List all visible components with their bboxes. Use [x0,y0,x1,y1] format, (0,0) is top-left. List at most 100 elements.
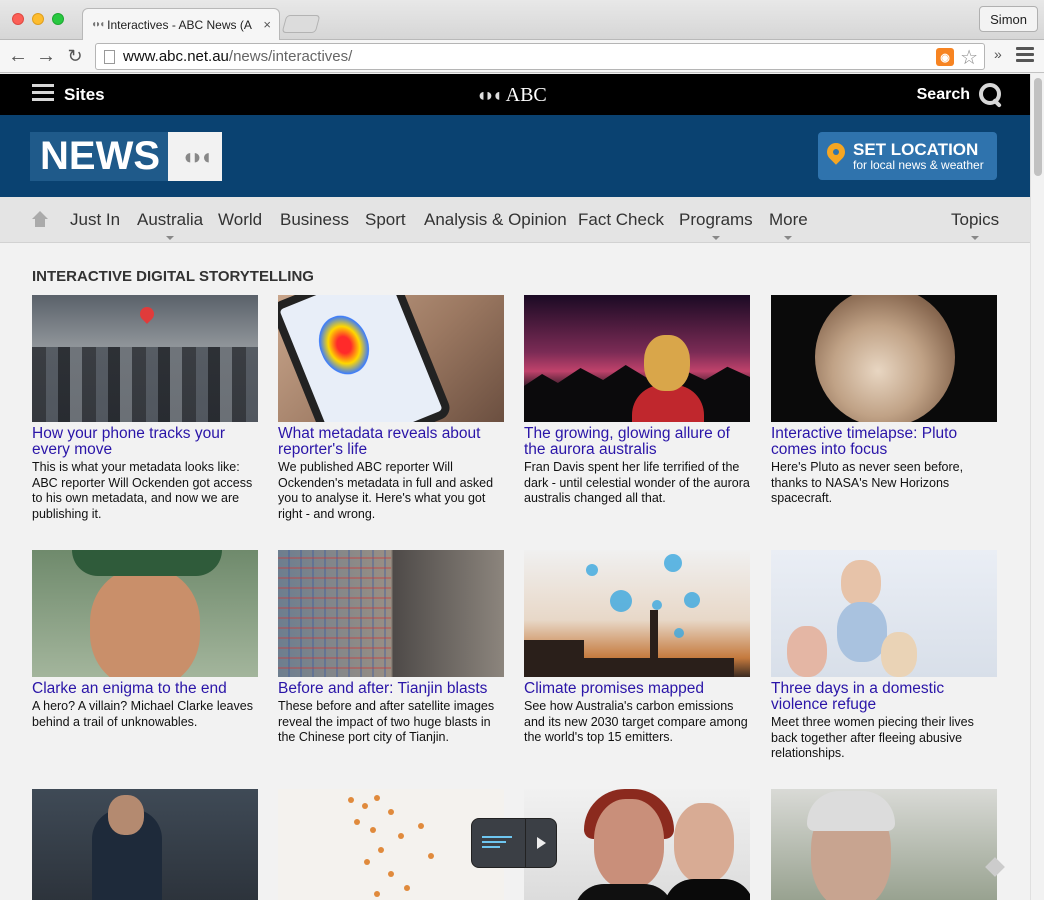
story-thumbnail[interactable] [524,789,750,900]
story-description: Fran Davis spent her life terrified of t… [524,460,750,505]
story-title-link[interactable]: What metadata reveals about reporter's l… [278,426,504,458]
set-location-sublabel: for local news & weather [853,158,984,172]
story-card[interactable]: Three days in a domestic violence refuge… [771,550,997,762]
chevron-down-icon [166,236,175,240]
story-description: A hero? A villain? Michael Clarke leaves… [32,699,253,729]
scrollbar-thumb[interactable] [1034,78,1042,176]
sites-menu-button[interactable]: Sites [32,84,105,105]
chevron-down-icon [784,236,793,240]
window-titlebar: ◖◗◖ Interactives - ABC News (A × Simon [0,0,1044,40]
address-bar[interactable]: www.abc.net.au/news/interactives/ ◉ ☆ [95,43,985,70]
nav-item-more[interactable]: More [769,210,808,240]
main-nav: Just In Australia World Business Sport A… [0,197,1030,243]
rss-icon[interactable]: ◉ [936,48,954,66]
page-icon [104,49,115,64]
story-title-link[interactable]: Climate promises mapped [524,681,750,697]
story-card[interactable]: Clarke an enigma to the end A hero? A vi… [32,550,258,730]
story-thumbnail[interactable] [32,550,258,677]
page-scrollbar[interactable] [1030,74,1044,900]
search-button[interactable]: Search [917,82,1004,108]
forward-arrow-icon[interactable]: → [34,44,58,68]
abc-favicon-icon: ◖◗◖ [91,19,105,30]
abc-logo-text: ABC [505,84,547,106]
story-title-link[interactable]: Interactive timelapse: Pluto comes into … [771,426,997,458]
play-button[interactable] [526,819,556,867]
story-title-link[interactable]: The growing, glowing allure of the auror… [524,426,750,458]
story-thumbnail[interactable] [524,550,750,677]
abc-logo[interactable]: ◖◗◖ ABC [476,84,547,107]
bookmark-star-icon[interactable]: ☆ [960,45,978,70]
story-card[interactable] [524,789,750,900]
nav-item-analysis-opinion[interactable]: Analysis & Opinion [424,210,567,230]
story-thumbnail[interactable] [771,789,997,900]
page-content: Sites ◖◗◖ ABC Search NEWS ◖◗◖ SET LOCATI… [0,74,1030,900]
story-thumbnail[interactable] [278,295,504,422]
widget-logo-icon [472,819,526,867]
story-card[interactable]: The growing, glowing allure of the auror… [524,295,750,507]
location-pin-icon [826,143,846,169]
nav-item-australia[interactable]: Australia [137,210,203,240]
browser-toolbar: ← → ↻ www.abc.net.au/news/interactives/ … [0,40,1044,73]
home-icon[interactable] [32,211,48,227]
story-card[interactable] [771,789,997,900]
story-description: Here's Pluto as never seen before, thank… [771,460,964,505]
nav-item-programs[interactable]: Programs [679,210,753,240]
news-logo-text: NEWS [30,132,168,181]
profile-button[interactable]: Simon [979,6,1038,32]
set-location-label: SET LOCATION [853,140,979,159]
minimize-window-button[interactable] [32,13,44,25]
story-card[interactable]: Interactive timelapse: Pluto comes into … [771,295,997,507]
sites-label: Sites [64,84,105,104]
news-banner: NEWS ◖◗◖ SET LOCATION for local news & w… [0,115,1030,197]
nav-item-topics[interactable]: Topics [951,210,999,240]
story-card[interactable]: What metadata reveals about reporter's l… [278,295,504,522]
story-thumbnail[interactable] [771,550,997,677]
story-title-link[interactable]: Three days in a domestic violence refuge [771,681,997,713]
tab-title: Interactives - ABC News (A [107,17,252,32]
story-title-link[interactable]: Before and after: Tianjin blasts [278,681,504,697]
nav-item-sport[interactable]: Sport [365,210,406,230]
abc-global-bar: Sites ◖◗◖ ABC Search [0,74,1030,115]
story-card[interactable]: How your phone tracks your every move Th… [32,295,258,522]
abc-news-logo[interactable]: NEWS ◖◗◖ [30,132,222,181]
story-description: These before and after satellite images … [278,699,495,744]
search-icon [978,82,1004,108]
browser-menu-icon[interactable] [1016,47,1034,65]
search-label: Search [916,86,970,103]
story-description: This is what your metadata looks like: A… [32,460,253,521]
nav-item-just-in[interactable]: Just In [70,210,120,230]
story-description: See how Australia's carbon emissions and… [524,699,748,744]
story-description: Meet three women piecing their lives bac… [771,715,974,760]
story-card[interactable]: Climate promises mapped See how Australi… [524,550,750,746]
zoom-window-button[interactable] [52,13,64,25]
nav-item-world[interactable]: World [218,210,262,230]
abc-lissajous-icon: ◖◗◖ [168,132,222,181]
story-thumbnail[interactable] [771,295,997,422]
story-thumbnail[interactable] [32,789,258,900]
nav-item-business[interactable]: Business [280,210,349,230]
back-arrow-icon[interactable]: ← [6,44,30,68]
story-title-link[interactable]: How your phone tracks your every move [32,426,258,458]
story-thumbnail[interactable] [278,550,504,677]
story-description: We published ABC reporter Will Ockenden'… [278,460,494,521]
chevron-down-icon [711,236,720,240]
story-card[interactable] [32,789,258,900]
hamburger-icon [32,84,54,105]
close-window-button[interactable] [12,13,24,25]
url-host: www.abc.net.au [123,48,229,65]
story-title-link[interactable]: Clarke an enigma to the end [32,681,258,697]
floating-media-widget[interactable] [471,818,557,868]
abc-lissajous-icon: ◖◗◖ [476,85,503,105]
reload-icon[interactable]: ↻ [63,44,87,68]
browser-tab-active[interactable]: ◖◗◖ Interactives - ABC News (A × [82,8,280,40]
story-thumbnail[interactable] [524,295,750,422]
set-location-button[interactable]: SET LOCATION for local news & weather [818,132,997,180]
nav-item-fact-check[interactable]: Fact Check [578,210,664,230]
story-thumbnail[interactable] [32,295,258,422]
chevron-down-icon [971,236,980,240]
extensions-overflow-button[interactable]: » [994,46,1002,62]
tab-close-icon[interactable]: × [263,17,271,32]
story-card[interactable]: Before and after: Tianjin blasts These b… [278,550,504,746]
url-path: /news/interactives/ [228,48,353,65]
new-tab-button[interactable] [281,15,321,33]
